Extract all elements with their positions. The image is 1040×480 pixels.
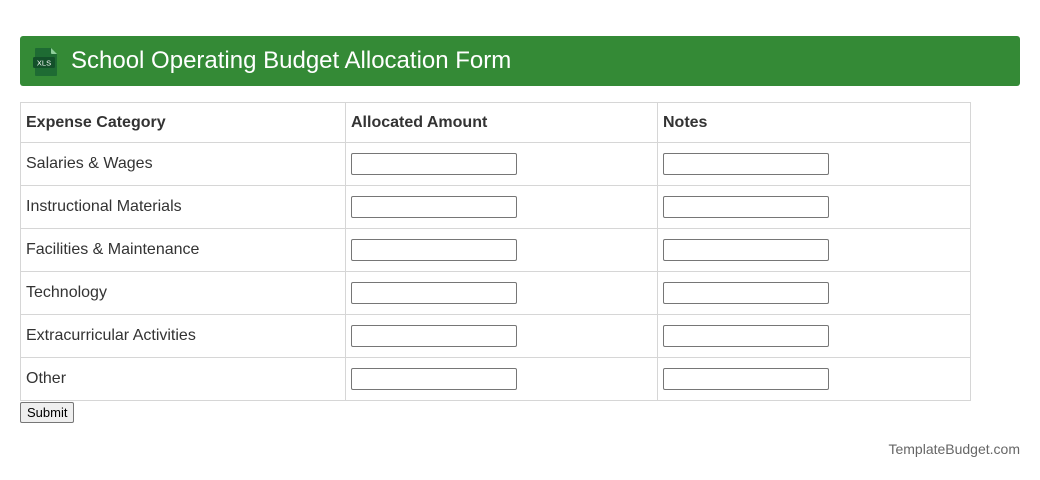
column-header-amount: Allocated Amount (345, 102, 658, 143)
page-title: School Operating Budget Allocation Form (71, 47, 512, 74)
table-header-row: Expense Category Allocated Amount Notes (20, 102, 971, 143)
column-header-notes: Notes (657, 102, 971, 143)
page: XLS School Operating Budget Allocation F… (0, 0, 1040, 480)
category-cell: Instructional Materials (20, 185, 346, 229)
notes-cell (657, 314, 971, 358)
amount-input[interactable] (351, 239, 517, 261)
table-row: Other (20, 357, 971, 401)
notes-cell (657, 271, 971, 315)
notes-input[interactable] (663, 282, 829, 304)
submit-button[interactable]: Submit (20, 402, 75, 423)
column-header-category: Expense Category (20, 102, 346, 143)
notes-cell (657, 228, 971, 272)
category-cell: Salaries & Wages (20, 142, 346, 186)
amount-cell (345, 357, 658, 401)
amount-cell (345, 228, 658, 272)
amount-cell (345, 314, 658, 358)
notes-input[interactable] (663, 368, 829, 390)
notes-input[interactable] (663, 325, 829, 347)
category-cell: Extracurricular Activities (20, 314, 346, 358)
notes-cell (657, 142, 971, 186)
amount-input[interactable] (351, 196, 517, 218)
amount-input[interactable] (351, 282, 517, 304)
amount-cell (345, 142, 658, 186)
category-cell: Technology (20, 271, 346, 315)
amount-cell (345, 185, 658, 229)
notes-cell (657, 185, 971, 229)
footer-credit: TemplateBudget.com (888, 441, 1020, 457)
notes-input[interactable] (663, 196, 829, 218)
category-cell: Other (20, 357, 346, 401)
excel-file-icon: XLS (33, 48, 57, 76)
notes-cell (657, 357, 971, 401)
category-cell: Facilities & Maintenance (20, 228, 346, 272)
budget-table: Expense Category Allocated Amount Notes … (20, 102, 971, 401)
amount-input[interactable] (351, 325, 517, 347)
table-row: Salaries & Wages (20, 142, 971, 186)
form-header: XLS School Operating Budget Allocation F… (20, 36, 1020, 86)
amount-input[interactable] (351, 153, 517, 175)
table-row: Facilities & Maintenance (20, 228, 971, 272)
table-row: Instructional Materials (20, 185, 971, 229)
table-row: Extracurricular Activities (20, 314, 971, 358)
notes-input[interactable] (663, 153, 829, 175)
amount-input[interactable] (351, 368, 517, 390)
notes-input[interactable] (663, 239, 829, 261)
table-row: Technology (20, 271, 971, 315)
amount-cell (345, 271, 658, 315)
xls-icon-label: XLS (37, 59, 51, 68)
